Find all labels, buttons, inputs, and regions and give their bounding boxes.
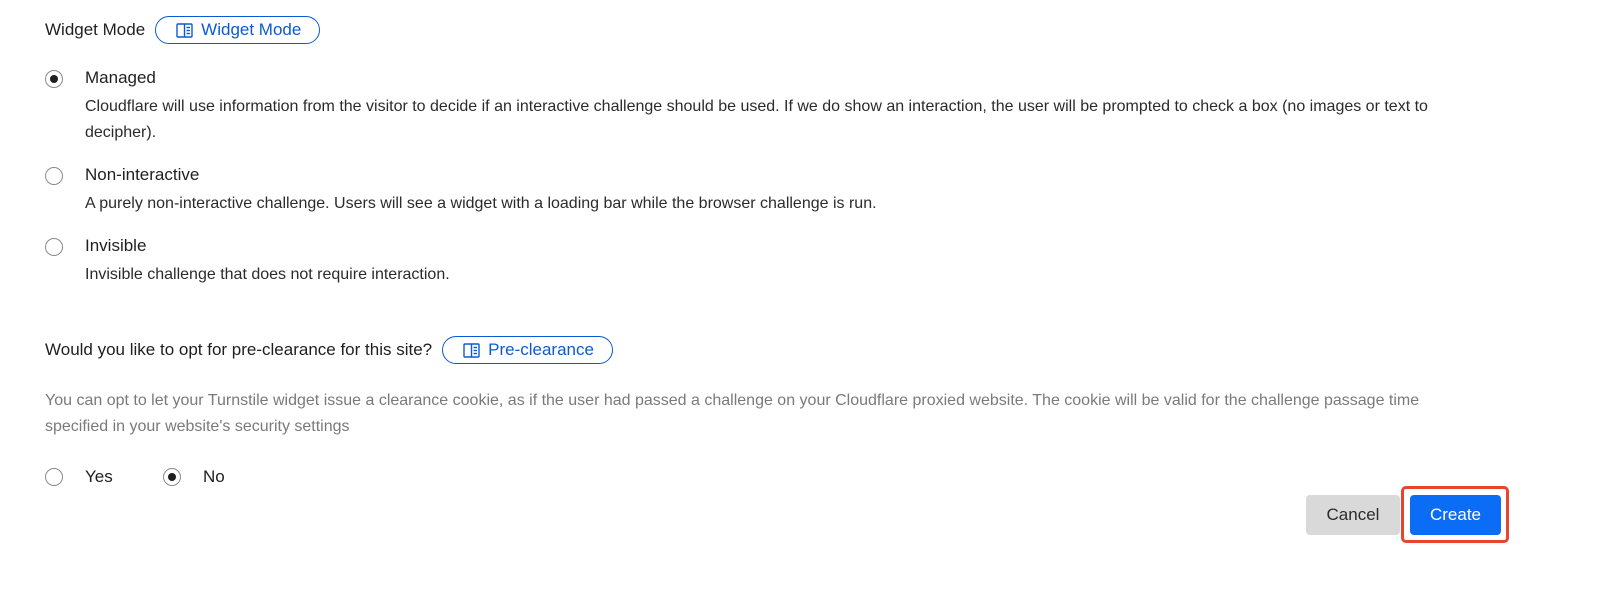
- radio-yes[interactable]: [45, 468, 63, 486]
- option-non-interactive-title: Non-interactive: [85, 165, 200, 184]
- option-yes-label: Yes: [85, 467, 113, 486]
- radio-no[interactable]: [163, 468, 181, 486]
- create-button[interactable]: Create: [1410, 495, 1501, 535]
- turnstile-widget-form: Widget Mode Widget Mode Managed Cloudfla…: [0, 0, 1600, 616]
- widget-mode-doc-link-label: Widget Mode: [201, 20, 302, 39]
- widget-mode-doc-link[interactable]: Widget Mode: [155, 16, 321, 44]
- pre-clearance-option-no: No: [163, 467, 225, 487]
- pre-clearance-doc-link-label: Pre-clearance: [488, 340, 594, 359]
- option-managed-description: Cloudflare will use information from the…: [85, 98, 1428, 141]
- pre-clearance-helper-text: You can opt to let your Turnstile widget…: [45, 392, 1420, 435]
- radio-invisible[interactable]: [45, 238, 63, 256]
- option-invisible-description: Invisible challenge that does not requir…: [85, 266, 450, 283]
- option-managed-title: Managed: [85, 68, 156, 87]
- book-icon: [463, 342, 480, 358]
- pre-clearance-label: Would you like to opt for pre-clearance …: [45, 340, 433, 359]
- option-no-label: No: [203, 467, 225, 486]
- radio-non-interactive[interactable]: [45, 167, 63, 185]
- widget-mode-header: Widget Mode Widget Mode: [45, 16, 321, 44]
- cancel-button[interactable]: Cancel: [1306, 495, 1400, 535]
- pre-clearance-option-yes: Yes: [45, 467, 113, 487]
- radio-managed[interactable]: [45, 70, 63, 88]
- option-non-interactive-description: A purely non-interactive challenge. User…: [85, 195, 877, 212]
- pre-clearance-doc-link[interactable]: Pre-clearance: [442, 336, 613, 364]
- option-invisible-title: Invisible: [85, 236, 147, 255]
- widget-mode-label: Widget Mode: [45, 20, 146, 39]
- book-icon: [176, 22, 193, 38]
- pre-clearance-header: Would you like to opt for pre-clearance …: [45, 336, 613, 364]
